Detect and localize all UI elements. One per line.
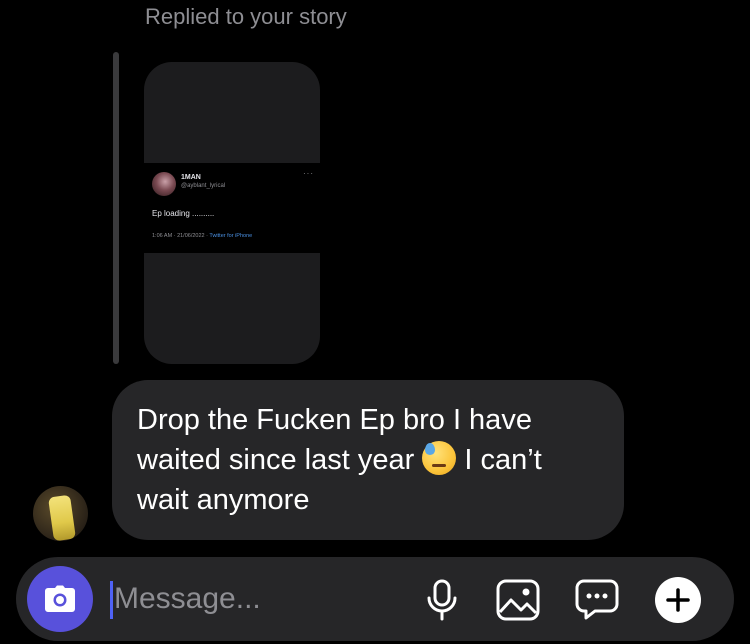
camera-icon [45,585,75,612]
reply-quote-bar [113,52,119,364]
text-cursor [110,581,113,619]
tweet-source: Twitter for iPhone [209,233,253,239]
gallery-icon [496,579,540,621]
tweet-meta: 1:06 AM · 21/06/2022 · Twitter for iPhon… [152,233,252,239]
tweet-text: Ep loading .......... [152,209,215,218]
voice-message-button[interactable] [419,577,465,623]
tweet-timestamp: 1:06 AM · 21/06/2022 · [152,233,208,239]
tweet-author-name: 1MAN [181,174,201,181]
replied-to-story-label: Replied to your story [145,4,347,29]
more-icon: ··· [303,169,314,178]
story-preview[interactable]: 1MAN @ayblant_lyrical ··· Ep loading ...… [144,62,320,364]
plus-icon [666,588,690,612]
message-input[interactable] [114,577,384,621]
downcast-sweat-emoji-icon [422,441,457,475]
message-bubble[interactable]: Drop the Fucken Ep bro I have waited sin… [112,380,624,540]
tweet-author-handle: @ayblant_lyrical [181,183,226,189]
sticker-button[interactable] [574,577,620,623]
message-composer [16,557,734,641]
microphone-icon [427,579,457,621]
sender-avatar[interactable] [33,486,88,541]
add-button[interactable] [655,577,701,623]
tweet-screenshot: 1MAN @ayblant_lyrical ··· Ep loading ...… [144,163,320,253]
gallery-button[interactable] [495,577,541,623]
sticker-chat-icon [575,579,619,620]
tweet-avatar [152,172,176,196]
camera-button[interactable] [27,566,93,632]
